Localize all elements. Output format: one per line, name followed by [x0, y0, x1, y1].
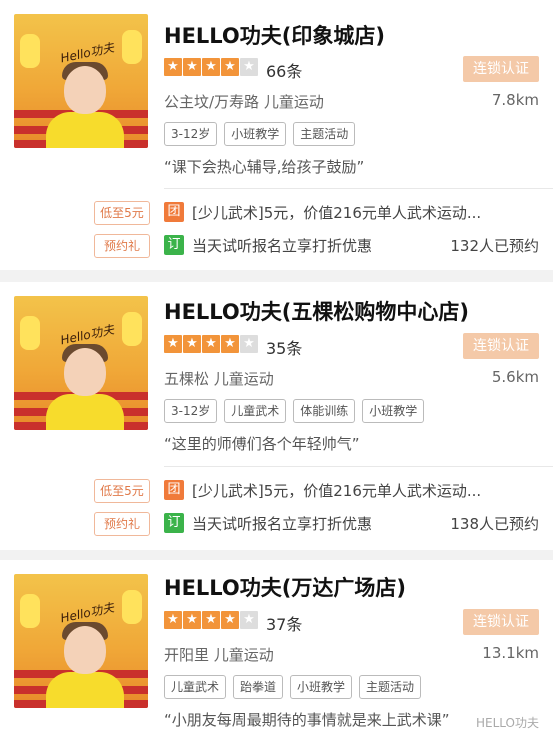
thumbnail-child-face [64, 66, 106, 114]
booking-gift-label: 预约礼 [94, 512, 150, 536]
listing-card[interactable]: Hello功夫 HELLO功夫(万达广场店) ★ ★ ★ ★ ★ 37条 连锁认… [0, 560, 553, 737]
watermark: HELLO功夫 [476, 716, 539, 730]
tag: 主题活动 [293, 122, 356, 146]
shop-thumbnail[interactable]: Hello功夫 [14, 14, 148, 148]
booking-gift-label: 预约礼 [94, 234, 150, 258]
promo-label: 低至5元 [94, 479, 150, 503]
listing-card[interactable]: Hello功夫 HELLO功夫(印象城店) ★ ★ ★ ★ ★ 66条 连锁认证… [0, 0, 553, 270]
star-empty-icon: ★ [240, 335, 258, 353]
thumbnail-child-face [64, 348, 106, 396]
tag: 体能训练 [293, 399, 356, 423]
thumbnail-figure [122, 590, 142, 624]
tag: 跆拳道 [233, 675, 284, 699]
thumbnail-figure [122, 30, 142, 64]
star-icon: ★ [221, 335, 239, 353]
booking-link[interactable]: 当天试听报名立享打折优惠 [192, 513, 412, 534]
shop-thumbnail[interactable]: Hello功夫 [14, 296, 148, 430]
shop-thumbnail[interactable]: Hello功夫 [14, 574, 148, 708]
review-quote: “课下会热心辅导,给孩子鼓励” [164, 158, 365, 176]
tag: 3-12岁 [164, 399, 218, 423]
star-icon: ★ [164, 611, 182, 629]
listing-card[interactable]: Hello功夫 HELLO功夫(五棵松购物中心店) ★ ★ ★ ★ ★ 35条 … [0, 282, 553, 550]
tag-list: 3-12岁 儿童武术 体能训练 小班教学 [164, 399, 425, 423]
shop-area: 公主坟/万寿路 儿童运动 [164, 93, 324, 111]
review-count: 66条 [266, 62, 303, 81]
booking-icon: 订 [164, 235, 184, 255]
star-icon: ★ [164, 335, 182, 353]
chain-certified-badge: 连锁认证 [463, 609, 539, 635]
tag: 3-12岁 [164, 122, 218, 146]
thumbnail-child-shirt [46, 672, 124, 708]
review-count: 35条 [266, 339, 303, 358]
star-icon: ★ [202, 335, 220, 353]
rating-stars: ★ ★ ★ ★ ★ [164, 611, 258, 629]
chain-certified-badge: 连锁认证 [463, 56, 539, 82]
thumbnail-figure [20, 34, 40, 68]
thumbnail-child-shirt [46, 394, 124, 430]
shop-distance: 5.6km [491, 368, 539, 386]
booking-icon: 订 [164, 513, 184, 533]
tag: 小班教学 [362, 399, 425, 423]
tag-list: 3-12岁 小班教学 主题活动 [164, 122, 356, 146]
thumbnail-figure [122, 312, 142, 346]
shop-distance: 7.8km [491, 91, 539, 109]
group-deal-icon: 团 [164, 202, 184, 222]
tag: 小班教学 [224, 122, 287, 146]
thumbnail-figure [20, 316, 40, 350]
tag-list: 儿童武术 跆拳道 小班教学 主题活动 [164, 675, 422, 699]
star-icon: ★ [183, 611, 201, 629]
rating-stars: ★ ★ ★ ★ ★ [164, 335, 258, 353]
shop-title[interactable]: HELLO功夫(印象城店) [164, 20, 385, 50]
group-deal-icon: 团 [164, 480, 184, 500]
tag: 主题活动 [359, 675, 422, 699]
review-quote: “小朋友每周最期待的事情就是来上武术课” [164, 711, 450, 729]
tag: 小班教学 [290, 675, 353, 699]
group-deal-link[interactable]: [少儿武术]5元，价值216元单人武术运动... [192, 480, 532, 501]
tag: 儿童武术 [224, 399, 287, 423]
thumbnail-child-shirt [46, 112, 124, 148]
shop-title[interactable]: HELLO功夫(万达广场店) [164, 572, 406, 602]
shop-area: 五棵松 儿童运动 [164, 370, 274, 388]
thumbnail-figure [20, 594, 40, 628]
booking-count: 132人已预约 [450, 237, 539, 255]
rating-stars: ★ ★ ★ ★ ★ [164, 58, 258, 76]
divider [164, 188, 553, 189]
star-icon: ★ [221, 58, 239, 76]
promo-label: 低至5元 [94, 201, 150, 225]
star-icon: ★ [164, 58, 182, 76]
group-deal-link[interactable]: [少儿武术]5元，价值216元单人武术运动... [192, 202, 532, 223]
booking-link[interactable]: 当天试听报名立享打折优惠 [192, 235, 412, 256]
star-empty-icon: ★ [240, 611, 258, 629]
thumbnail-child-face [64, 626, 106, 674]
star-icon: ★ [221, 611, 239, 629]
shop-distance: 13.1km [482, 644, 539, 662]
star-icon: ★ [183, 335, 201, 353]
shop-area: 开阳里 儿童运动 [164, 646, 274, 664]
star-empty-icon: ★ [240, 58, 258, 76]
star-icon: ★ [202, 58, 220, 76]
shop-title[interactable]: HELLO功夫(五棵松购物中心店) [164, 296, 469, 326]
chain-certified-badge: 连锁认证 [463, 333, 539, 359]
star-icon: ★ [202, 611, 220, 629]
tag: 儿童武术 [164, 675, 227, 699]
star-icon: ★ [183, 58, 201, 76]
booking-count: 138人已预约 [450, 515, 539, 533]
review-quote: “这里的师傅们各个年轻帅气” [164, 435, 360, 453]
divider [164, 466, 553, 467]
review-count: 37条 [266, 615, 303, 634]
